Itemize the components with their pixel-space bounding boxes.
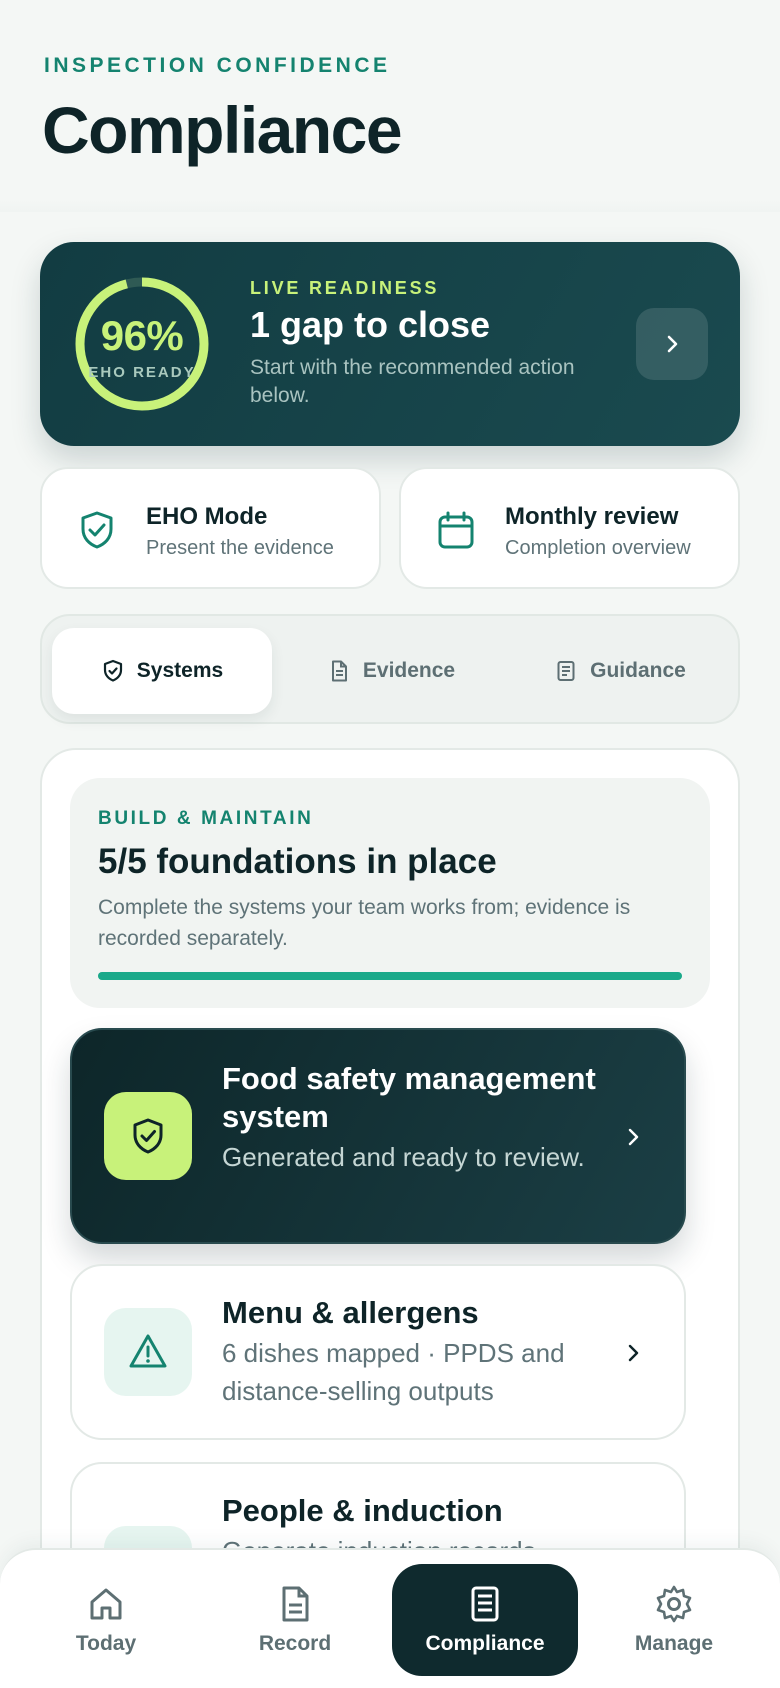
tab-guidance-label: Guidance: [590, 659, 686, 682]
segmented-tabs: Systems Evidence Guidance: [40, 614, 740, 724]
system-subtitle: Generated and ready to review.: [222, 1142, 585, 1172]
nav-manage-label: Manage: [634, 1632, 714, 1655]
nav-manage[interactable]: Manage: [581, 1564, 767, 1676]
build-progress-fill: [98, 972, 682, 980]
calendar-icon: [438, 511, 474, 549]
system-title: Menu & allergens: [222, 1295, 479, 1330]
eho-mode-title: EHO Mode: [146, 503, 268, 530]
eho-mode-card[interactable]: EHO Mode Present the evidence: [40, 467, 381, 589]
book-icon: [557, 661, 575, 681]
nav-today[interactable]: Today: [13, 1564, 199, 1676]
build-description: Complete the systems your team works fro…: [98, 896, 631, 950]
tab-systems[interactable]: Systems: [52, 628, 272, 714]
shield-check-icon: [103, 659, 122, 682]
system-title: Food safety management system: [222, 1061, 596, 1134]
tab-guidance[interactable]: Guidance: [510, 628, 730, 714]
readiness-percent: 96%: [100, 312, 184, 359]
eho-mode-subtitle: Present the evidence: [146, 537, 334, 559]
gear-icon: [656, 1585, 692, 1623]
build-eyebrow: BUILD & MAINTAIN: [98, 808, 314, 829]
monthly-review-subtitle: Completion overview: [505, 537, 691, 559]
readiness-card[interactable]: 96% EHO READY LIVE READINESS 1 gap to cl…: [40, 242, 740, 446]
nav-compliance[interactable]: Compliance: [392, 1564, 578, 1676]
home-icon: [90, 1588, 122, 1620]
readiness-description: Start with the recommended action below.: [250, 356, 575, 407]
build-summary-card: BUILD & MAINTAIN 5/5 foundations in plac…: [70, 778, 710, 1008]
chevron-right-icon: [628, 1344, 639, 1362]
build-title: 5/5 foundations in place: [98, 842, 497, 881]
warning-icon: [129, 1334, 167, 1368]
readiness-title: 1 gap to close: [250, 304, 491, 345]
nav-compliance-label: Compliance: [425, 1632, 545, 1655]
book-icon: [471, 1586, 499, 1622]
readiness-open-button[interactable]: [636, 308, 708, 380]
shield-check-icon: [133, 1118, 163, 1154]
system-subtitle: 6 dishes mapped · PPDS and distance-sell…: [222, 1338, 565, 1406]
monthly-review-card[interactable]: Monthly review Completion overview: [399, 467, 740, 589]
readiness-ring-label: EHO READY: [88, 364, 196, 381]
tab-evidence-label: Evidence: [362, 659, 456, 682]
nav-record-label: Record: [258, 1632, 332, 1655]
document-icon: [331, 660, 347, 682]
chevron-right-icon: [628, 1128, 639, 1146]
system-icon-tile: [104, 1092, 192, 1180]
system-icon-tile: [104, 1308, 192, 1396]
system-card-food-safety[interactable]: Food safety management system Generated …: [70, 1028, 686, 1244]
readiness-eyebrow: LIVE READINESS: [250, 278, 440, 298]
header-divider: [0, 200, 780, 212]
monthly-review-title: Monthly review: [505, 503, 679, 530]
system-card-menu-allergens[interactable]: Menu & allergens 6 dishes mapped · PPDS …: [70, 1264, 686, 1440]
bottom-nav: Today Record Compliance Manage: [0, 1548, 780, 1688]
shield-check-icon: [81, 511, 113, 549]
section-eyebrow: INSPECTION CONFIDENCE: [44, 54, 391, 77]
build-progress-bar: [98, 972, 682, 980]
page-title: Compliance: [42, 93, 403, 167]
nav-record[interactable]: Record: [202, 1564, 388, 1676]
tab-systems-label: Systems: [136, 659, 224, 682]
system-title: People & induction: [222, 1493, 503, 1528]
tab-evidence[interactable]: Evidence: [286, 628, 496, 714]
nav-today-label: Today: [75, 1632, 137, 1655]
chevron-right-icon: [667, 335, 678, 353]
document-icon: [282, 1586, 309, 1622]
